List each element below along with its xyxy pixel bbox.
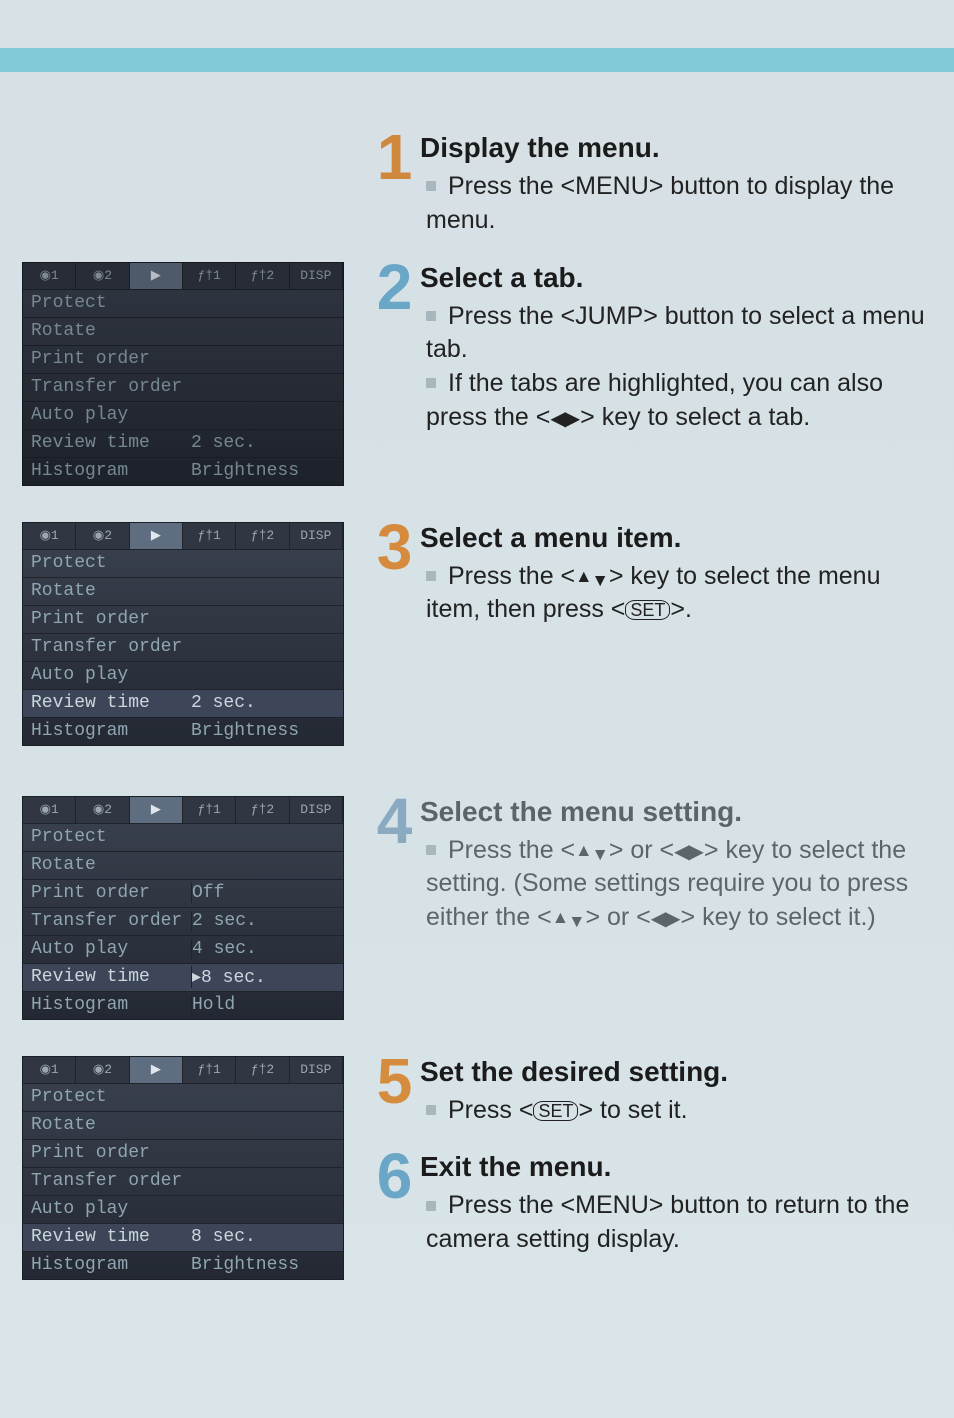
header-accent-bar bbox=[0, 48, 954, 72]
step-number: 4 bbox=[366, 796, 420, 935]
set-key-icon: SET bbox=[533, 1101, 578, 1121]
step-1: 1 Display the menu. Press the <MENU> but… bbox=[366, 132, 932, 238]
step-4: 4 Select the menu setting. Press the <> … bbox=[366, 796, 932, 935]
step-title: Select a menu item. bbox=[420, 522, 932, 554]
step-bullet: Press the <MENU> button to return to the… bbox=[426, 1189, 932, 1257]
step-bullet: Press the <JUMP> button to select a menu… bbox=[426, 300, 932, 368]
step-title: Exit the menu. bbox=[420, 1151, 932, 1183]
step-bullet: Press the <MENU> button to display the m… bbox=[426, 170, 932, 238]
step-number: 1 bbox=[366, 132, 420, 238]
left-right-key-icon bbox=[550, 401, 580, 435]
camera-screen-4: ◉1◉2▶ƒ†1ƒ†2DISP Protect Rotate Print ord… bbox=[22, 1056, 344, 1280]
menu-item-selected: Review time2 sec. bbox=[23, 689, 343, 717]
step-2: 2 Select a tab. Press the <JUMP> button … bbox=[366, 262, 932, 435]
step-number: 5 bbox=[366, 1056, 420, 1128]
step-6: 6 Exit the menu. Press the <MENU> button… bbox=[366, 1151, 932, 1257]
camera-screen-3: ◉1◉2▶ƒ†1ƒ†2DISP Protect Rotate Print ord… bbox=[22, 796, 344, 1020]
up-down-key-icon bbox=[575, 560, 609, 594]
step-bullet: Press the <> key to select the menu item… bbox=[426, 560, 932, 628]
camera-tabs: ◉1◉2▶ƒ†1ƒ†2DISP bbox=[23, 263, 343, 289]
step-title: Display the menu. bbox=[420, 132, 932, 164]
step-number: 6 bbox=[366, 1151, 420, 1257]
step-number: 3 bbox=[366, 522, 420, 628]
step-title: Select the menu setting. bbox=[420, 796, 932, 828]
menu-item: Protect bbox=[31, 293, 191, 313]
set-key-icon: SET bbox=[625, 600, 670, 620]
step-bullet: Press the <> or <> key to select the set… bbox=[426, 834, 932, 935]
camera-screen-1: ◉1◉2▶ƒ†1ƒ†2DISP Protect Rotate Print ord… bbox=[22, 262, 344, 486]
step-bullet: Press <SET> to set it. bbox=[426, 1094, 932, 1128]
camera-screen-2: ◉1◉2▶ƒ†1ƒ†2DISP Protect Rotate Print ord… bbox=[22, 522, 344, 746]
step-number: 2 bbox=[366, 262, 420, 435]
manual-page: 1 Display the menu. Press the <MENU> but… bbox=[0, 48, 954, 1418]
step-title: Set the desired setting. bbox=[420, 1056, 932, 1088]
step-5: 5 Set the desired setting. Press <SET> t… bbox=[366, 1056, 932, 1128]
playback-tab-icon: ▶ bbox=[130, 263, 183, 289]
step-3: 3 Select a menu item. Press the <> key t… bbox=[366, 522, 932, 628]
step-title: Select a tab. bbox=[420, 262, 932, 294]
step-bullet: If the tabs are highlighted, you can als… bbox=[426, 367, 932, 435]
